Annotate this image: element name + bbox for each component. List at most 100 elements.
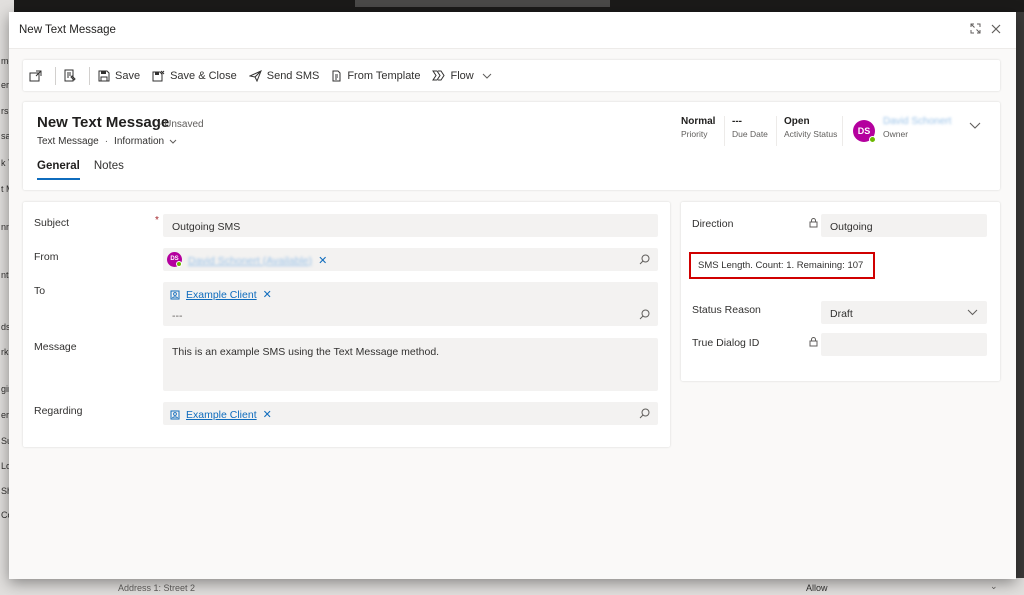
- quick-create-dialog: New Text Message Save Save & Close Send …: [9, 12, 1016, 579]
- owner-name[interactable]: David Schonert: [883, 116, 951, 127]
- message-textarea[interactable]: This is an example SMS using the Text Me…: [163, 338, 658, 391]
- general-section: Subject * Outgoing SMS From DS David Sch…: [23, 202, 670, 447]
- true-dialog-id-label: True Dialog ID: [692, 337, 760, 349]
- direction-field: Outgoing: [821, 214, 987, 237]
- details-section: Direction Outgoing SMS Length. Count: 1.…: [681, 202, 1000, 381]
- regarding-tag-link[interactable]: Example Client: [186, 409, 257, 421]
- direction-value: Outgoing: [830, 221, 873, 233]
- tab-notes[interactable]: Notes: [94, 160, 124, 180]
- from-lookup[interactable]: DS David Schonert (Available) ✕: [163, 248, 658, 271]
- divider: [776, 116, 777, 146]
- regarding-label: Regarding: [34, 405, 83, 417]
- background-search: [355, 0, 610, 7]
- lock-icon: [809, 337, 818, 347]
- open-window-icon: [29, 70, 42, 81]
- due-date-value: ---: [732, 116, 742, 127]
- search-icon[interactable]: [639, 254, 650, 265]
- status-reason-label: Status Reason: [692, 304, 761, 316]
- expand-icon[interactable]: [967, 22, 983, 38]
- send-sms-button[interactable]: Send SMS: [243, 60, 326, 91]
- header-field-activity-status[interactable]: Open Activity Status: [784, 116, 837, 139]
- dialog-header: New Text Message: [9, 12, 1016, 49]
- activity-status-value: Open: [784, 116, 810, 127]
- from-tag: David Schonert (Available) ✕: [188, 254, 327, 268]
- due-date-label: Due Date: [732, 129, 768, 139]
- from-template-button[interactable]: From Template: [325, 60, 426, 91]
- remove-icon[interactable]: ✕: [263, 288, 272, 301]
- record-subtitle: Text Message · Information: [37, 136, 177, 147]
- flow-label: Flow: [450, 69, 474, 82]
- true-dialog-id-field: [821, 333, 987, 356]
- chevron-down-icon[interactable]: [969, 118, 981, 132]
- bg-fragment: rs: [1, 106, 9, 116]
- tab-list: General Notes: [37, 160, 138, 180]
- to-lookup[interactable]: Example Client ✕ ---: [163, 282, 658, 326]
- save-label: Save: [115, 69, 141, 82]
- record-header: New Text Message - Unsaved Text Message …: [23, 102, 1000, 190]
- divider: [842, 116, 843, 146]
- bg-fragment: er: [1, 80, 10, 90]
- separator-dot: ·: [104, 136, 109, 147]
- flow-icon: [432, 70, 446, 81]
- priority-label: Priority: [681, 129, 708, 139]
- message-label: Message: [34, 341, 77, 353]
- status-reason-select[interactable]: Draft: [821, 301, 987, 324]
- search-icon[interactable]: [639, 309, 650, 320]
- owner-text: David Schonert Owner: [883, 116, 951, 139]
- form-selector-button[interactable]: [58, 60, 87, 91]
- form-selector[interactable]: Information: [114, 136, 177, 147]
- save-and-close-label: Save & Close: [170, 69, 237, 82]
- record-title: New Text Message: [37, 114, 170, 131]
- chevron-down-icon: [482, 73, 492, 79]
- direction-label: Direction: [692, 218, 734, 230]
- remove-icon[interactable]: ✕: [263, 408, 272, 421]
- remove-icon[interactable]: ✕: [318, 254, 327, 267]
- entity-name: Text Message: [37, 136, 99, 147]
- subject-field[interactable]: Outgoing SMS: [163, 214, 658, 237]
- to-label: To: [34, 285, 46, 297]
- regarding-lookup[interactable]: Example Client ✕: [163, 402, 658, 425]
- header-field-due-date[interactable]: --- Due Date: [732, 116, 768, 139]
- tab-general[interactable]: General: [37, 160, 80, 180]
- lock-icon: [809, 218, 818, 228]
- sms-length-counter: SMS Length. Count: 1. Remaining: 107: [689, 252, 875, 279]
- presence-available-icon: [176, 261, 182, 267]
- template-icon: [332, 70, 341, 81]
- open-new-window-button[interactable]: [23, 60, 53, 91]
- save-button[interactable]: Save: [92, 60, 146, 91]
- header-field-priority[interactable]: Normal Priority: [681, 116, 715, 139]
- divider: [724, 116, 725, 146]
- activity-status-label: Activity Status: [784, 129, 838, 139]
- status-reason-value: Draft: [830, 308, 853, 320]
- owner-label: Owner: [883, 129, 909, 139]
- to-tag-link[interactable]: Example Client: [186, 289, 257, 301]
- background-bottom-strip: Address 1: Street 2 Allow ⌄: [0, 578, 1024, 595]
- subject-value: Outgoing SMS: [172, 221, 241, 233]
- from-tag-link[interactable]: David Schonert (Available): [188, 255, 312, 267]
- send-sms-label: Send SMS: [266, 69, 320, 82]
- chevron-down-icon: [169, 139, 177, 144]
- dialog-title: New Text Message: [19, 24, 116, 36]
- save-and-close-button[interactable]: Save & Close: [146, 60, 243, 91]
- save-close-icon: [152, 70, 165, 81]
- to-empty-placeholder[interactable]: ---: [172, 310, 183, 322]
- contact-card-icon: [170, 290, 180, 299]
- regarding-tag: Example Client ✕: [170, 408, 272, 421]
- unsaved-indicator: - Unsaved: [158, 119, 204, 130]
- subject-label: Subject: [34, 217, 70, 229]
- close-icon[interactable]: [988, 22, 1004, 38]
- bg-bottom-value: Allow: [806, 583, 828, 593]
- flow-button[interactable]: Flow: [426, 60, 497, 91]
- priority-value: Normal: [681, 116, 716, 127]
- chevron-down-icon: ⌄: [990, 581, 998, 591]
- save-icon: [98, 70, 110, 81]
- message-value: This is an example SMS using the Text Me…: [172, 346, 440, 358]
- search-icon[interactable]: [639, 408, 650, 419]
- form-name: Information: [114, 136, 165, 147]
- presence-available-icon: [869, 136, 876, 143]
- from-label: From: [34, 251, 59, 263]
- divider: [55, 66, 56, 85]
- divider: [89, 66, 90, 85]
- from-template-label: From Template: [347, 69, 421, 82]
- to-tag: Example Client ✕: [170, 288, 272, 301]
